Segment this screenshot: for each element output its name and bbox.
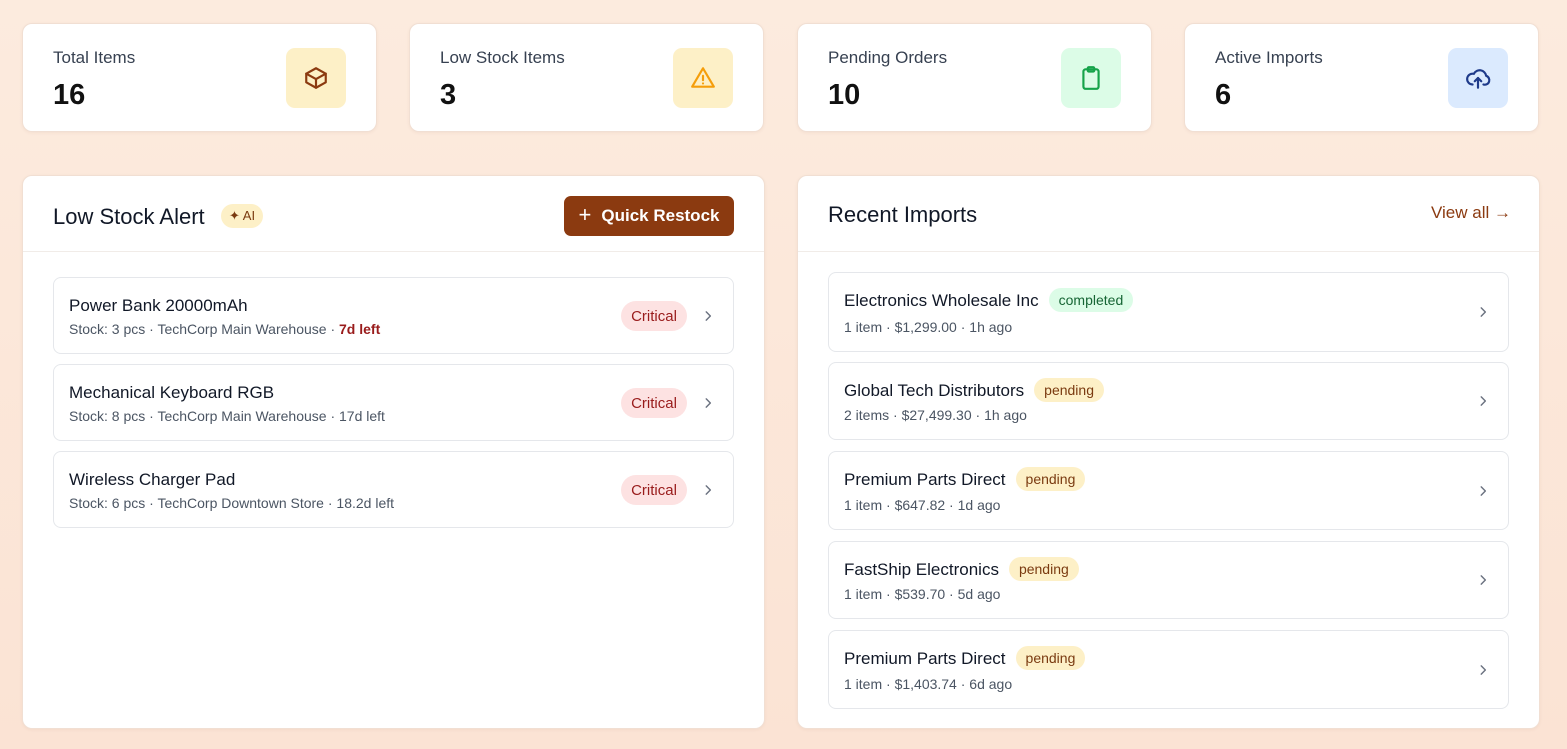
stat-value: 16 (53, 79, 86, 111)
panel-title: Low Stock Alert (53, 204, 205, 229)
stat-label: Active Imports (1215, 48, 1323, 67)
days-left: 18.2d left (336, 495, 395, 511)
import-item[interactable]: Global Tech Distributors pending 2 items … (828, 362, 1509, 440)
import-supplier-line: Premium Parts Direct pending (844, 646, 1086, 670)
ai-badge: ✦ AI (221, 204, 264, 228)
import-supplier-line: Global Tech Distributors pending (844, 378, 1104, 402)
critical-badge: Critical (621, 301, 687, 331)
import-item[interactable]: Premium Parts Direct pending 1 item · $64… (828, 451, 1509, 530)
stat-value: 10 (828, 79, 861, 111)
chevron-right-icon (1476, 573, 1490, 587)
panel-header: Low Stock Alert ✦ AI + Quick Restock (23, 176, 764, 252)
supplier-name: Electronics Wholesale Inc (844, 291, 1039, 310)
item-meta: Stock: 8 pcs · TechCorp Main Warehouse ·… (69, 408, 385, 424)
stat-label: Pending Orders (828, 48, 948, 67)
quick-restock-button[interactable]: + Quick Restock (564, 196, 734, 236)
item-meta: Stock: 6 pcs · TechCorp Downtown Store ·… (69, 495, 394, 511)
status-badge: pending (1015, 646, 1086, 670)
supplier-name: Premium Parts Direct (844, 649, 1006, 668)
recent-imports-panel: Recent Imports View all → Electronics Wh… (797, 175, 1540, 729)
stat-card-low-stock-items: Low Stock Items 3 (409, 23, 764, 132)
panel-header: Recent Imports View all → (798, 176, 1539, 252)
supplier-name: Global Tech Distributors (844, 381, 1025, 400)
stat-label: Total Items (53, 48, 136, 67)
import-meta: 1 item · $1,403.74 · 6d ago (844, 676, 1013, 692)
item-stock-info: Stock: 8 pcs · TechCorp Main Warehouse · (69, 408, 339, 424)
stat-card-total-items: Total Items 16 (22, 23, 377, 132)
item-name: Wireless Charger Pad (69, 470, 236, 489)
chevron-right-icon (701, 483, 715, 497)
days-left: 17d left (339, 408, 385, 424)
stat-value: 6 (1215, 79, 1232, 111)
plus-icon: + (578, 201, 592, 227)
chevron-right-icon (701, 396, 715, 410)
view-all-link[interactable]: View all → (1431, 203, 1511, 223)
box-icon (286, 48, 346, 108)
import-meta: 1 item · $1,299.00 · 1h ago (844, 319, 1013, 335)
low-stock-alert-panel: Low Stock Alert ✦ AI + Quick Restock Pow… (22, 175, 765, 729)
days-left: 7d left (339, 321, 381, 337)
quick-restock-label: Quick Restock (601, 206, 720, 225)
import-item[interactable]: FastShip Electronics pending 1 item · $53… (828, 541, 1509, 619)
critical-badge: Critical (621, 475, 687, 505)
item-stock-info: Stock: 3 pcs · TechCorp Main Warehouse · (69, 321, 339, 337)
status-badge: pending (1008, 557, 1079, 581)
chevron-right-icon (1476, 484, 1490, 498)
supplier-name: Premium Parts Direct (844, 470, 1006, 489)
status-badge: pending (1015, 467, 1086, 491)
low-stock-item[interactable]: Wireless Charger Pad Stock: 6 pcs · Tech… (53, 451, 734, 528)
import-supplier-line: Premium Parts Direct pending (844, 467, 1086, 491)
cloud-upload-icon (1448, 48, 1508, 108)
chevron-right-icon (701, 309, 715, 323)
item-name: Power Bank 20000mAh (69, 296, 248, 315)
critical-badge: Critical (621, 388, 687, 418)
chevron-right-icon (1476, 663, 1490, 677)
panel-title: Recent Imports (828, 202, 978, 227)
import-item[interactable]: Premium Parts Direct pending 1 item · $1,… (828, 630, 1509, 709)
import-supplier-line: FastShip Electronics pending (844, 557, 1079, 581)
import-item[interactable]: Electronics Wholesale Inc completed 1 ite… (828, 272, 1509, 352)
item-name: Mechanical Keyboard RGB (69, 383, 275, 402)
stat-label: Low Stock Items (440, 48, 565, 67)
import-meta: 1 item · $647.82 · 1d ago (844, 497, 1001, 513)
stat-value: 3 (440, 79, 457, 111)
import-meta: 1 item · $539.70 · 5d ago (844, 586, 1001, 602)
supplier-name: FastShip Electronics (844, 560, 999, 579)
stat-card-pending-orders: Pending Orders 10 (797, 23, 1152, 132)
item-meta: Stock: 3 pcs · TechCorp Main Warehouse ·… (69, 321, 380, 337)
stat-card-active-imports: Active Imports 6 (1184, 23, 1539, 132)
low-stock-item[interactable]: Power Bank 20000mAh Stock: 3 pcs · TechC… (53, 277, 734, 354)
import-supplier-line: Electronics Wholesale Inc completed (844, 288, 1134, 312)
status-badge: pending (1034, 378, 1104, 402)
import-meta: 2 items · $27,499.30 · 1h ago (844, 407, 1027, 423)
low-stock-item[interactable]: Mechanical Keyboard RGB Stock: 8 pcs · T… (53, 364, 734, 441)
chevron-right-icon (1476, 394, 1490, 408)
warning-icon (673, 48, 733, 108)
clipboard-icon (1061, 48, 1121, 108)
status-badge: completed (1048, 288, 1134, 312)
chevron-right-icon (1476, 305, 1490, 319)
item-stock-info: Stock: 6 pcs · TechCorp Downtown Store · (69, 495, 337, 511)
